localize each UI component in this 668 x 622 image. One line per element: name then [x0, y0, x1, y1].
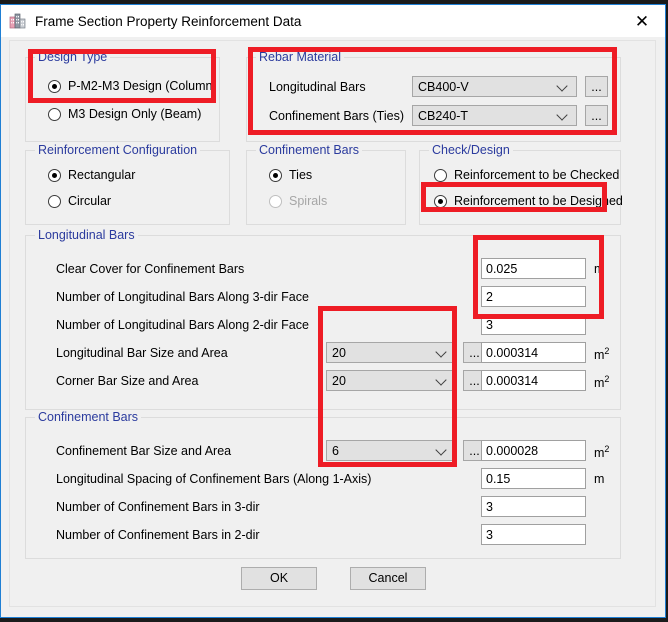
radio-reinforcement-to-be-checked[interactable]: Reinforcement to be Checked	[434, 168, 619, 182]
combo-confinement-bars-material[interactable]: CB240-T	[412, 105, 577, 126]
radio-indicator	[48, 194, 61, 208]
group-title-confinement-bars-type: Confinement Bars	[256, 143, 363, 157]
group-title-design-type: Design Type	[35, 50, 111, 64]
label-longitudinal-bars-material: Longitudinal Bars	[269, 80, 366, 94]
frame-section-icon	[9, 12, 27, 30]
combo-longitudinal-bars-material[interactable]: CB400-V	[412, 76, 577, 97]
chevron-down-icon	[558, 80, 568, 90]
radio-m3-design-only[interactable]: M3 Design Only (Beam)	[48, 107, 201, 121]
combo-confinement-bar-size[interactable]: 6	[326, 440, 456, 461]
group-title-reinforcement-configuration: Reinforcement Configuration	[35, 143, 201, 157]
browse-confinement-bars-material-button[interactable]: ...	[585, 105, 608, 126]
label-confinement-bars-material: Confinement Bars (Ties)	[269, 109, 404, 123]
combo-corner-bar-size[interactable]: 20	[326, 370, 456, 391]
radio-p-m2-m3-design[interactable]: P-M2-M3 Design (Column)	[48, 79, 217, 93]
label-confinement-bars-2dir: Number of Confinement Bars in 2-dir	[56, 528, 260, 542]
radio-indicator	[48, 107, 61, 121]
radio-rectangular[interactable]: Rectangular	[48, 168, 135, 182]
label-corner-bar-size-area: Corner Bar Size and Area	[56, 374, 199, 388]
radio-indicator	[269, 168, 282, 182]
combo-value: CB240-T	[418, 108, 469, 123]
group-rebar-material: Rebar Material Longitudinal Bars CB400-V…	[246, 50, 621, 142]
input-corner-bar-area[interactable]	[481, 370, 586, 391]
input-bars-3dir-face[interactable]	[481, 286, 586, 307]
chevron-down-icon	[437, 346, 447, 356]
input-longitudinal-bar-area[interactable]	[481, 342, 586, 363]
radio-ties[interactable]: Ties	[269, 168, 312, 182]
chevron-down-icon	[437, 444, 447, 454]
combo-value: 6	[332, 443, 339, 458]
radio-label: Ties	[289, 168, 313, 182]
group-longitudinal-bars: Longitudinal Bars Clear Cover for Confin…	[25, 228, 621, 410]
unit-clear-cover: m	[594, 262, 605, 276]
radio-label: Reinforcement to be Checked	[454, 168, 620, 182]
radio-label: Reinforcement to be Designed	[454, 194, 623, 208]
group-design-type: Design Type P-M2-M3 Design (Column) M3 D…	[25, 50, 220, 142]
radio-indicator	[48, 168, 61, 182]
combo-value: CB400-V	[418, 79, 469, 94]
label-confinement-bar-size-area: Confinement Bar Size and Area	[56, 444, 232, 458]
combo-value: 20	[332, 373, 346, 388]
ok-button[interactable]: OK	[241, 567, 317, 590]
unit-confinement-bar-area: m2	[594, 444, 610, 461]
browse-longitudinal-bars-material-button[interactable]: ...	[585, 76, 608, 97]
cancel-button[interactable]: Cancel	[350, 567, 426, 590]
dialog-window: Frame Section Property Reinforcement Dat…	[0, 4, 666, 618]
group-title-longitudinal-bars: Longitudinal Bars	[35, 228, 138, 242]
combo-longitudinal-bar-size[interactable]: 20	[326, 342, 456, 363]
group-reinforcement-configuration: Reinforcement Configuration Rectangular …	[25, 143, 230, 225]
radio-indicator	[434, 194, 447, 208]
label-bars-2dir-face: Number of Longitudinal Bars Along 2-dir …	[56, 318, 309, 332]
input-bars-2dir-face[interactable]	[481, 314, 586, 335]
radio-label: M3 Design Only (Beam)	[68, 107, 202, 121]
input-clear-cover[interactable]	[481, 258, 586, 279]
group-title-check-design: Check/Design	[429, 143, 513, 157]
group-title-rebar-material: Rebar Material	[256, 50, 344, 64]
group-title-confinement-bars-detail: Confinement Bars	[35, 410, 142, 424]
label-bars-3dir-face: Number of Longitudinal Bars Along 3-dir …	[56, 290, 309, 304]
radio-spirals: Spirals	[269, 194, 327, 208]
unit-corner-bar-area: m2	[594, 374, 610, 391]
group-check-design: Check/Design Reinforcement to be Checked…	[419, 143, 623, 225]
radio-label: Spirals	[289, 194, 328, 208]
group-confinement-bars-type: Confinement Bars Ties Spirals	[246, 143, 406, 225]
window-title: Frame Section Property Reinforcement Dat…	[35, 13, 302, 29]
chevron-down-icon	[558, 109, 568, 119]
dialog-body: Design Type P-M2-M3 Design (Column) M3 D…	[1, 37, 665, 617]
combo-value: 20	[332, 345, 346, 360]
input-confinement-bar-area[interactable]	[481, 440, 586, 461]
radio-reinforcement-to-be-designed[interactable]: Reinforcement to be Designed	[434, 194, 623, 208]
input-confinement-bars-3dir[interactable]	[481, 496, 586, 517]
label-confinement-bars-3dir: Number of Confinement Bars in 3-dir	[56, 500, 260, 514]
radio-indicator	[269, 194, 282, 208]
radio-indicator	[48, 79, 61, 93]
unit-longitudinal-bar-area: m2	[594, 346, 610, 363]
label-clear-cover: Clear Cover for Confinement Bars	[56, 262, 245, 276]
label-longitudinal-spacing: Longitudinal Spacing of Confinement Bars…	[56, 472, 372, 486]
close-icon[interactable]: ✕	[619, 5, 665, 37]
radio-indicator	[434, 168, 447, 182]
input-confinement-bars-2dir[interactable]	[481, 524, 586, 545]
radio-label: Rectangular	[68, 168, 136, 182]
radio-circular[interactable]: Circular	[48, 194, 111, 208]
title-bar: Frame Section Property Reinforcement Dat…	[1, 5, 665, 37]
group-confinement-bars: Confinement Bars Confinement Bar Size an…	[25, 410, 621, 559]
radio-label: Circular	[68, 194, 112, 208]
radio-label: P-M2-M3 Design (Column)	[68, 79, 217, 93]
chevron-down-icon	[437, 374, 447, 384]
label-longitudinal-bar-size-area: Longitudinal Bar Size and Area	[56, 346, 228, 360]
input-longitudinal-spacing[interactable]	[481, 468, 586, 489]
unit-longitudinal-spacing: m	[594, 472, 605, 486]
